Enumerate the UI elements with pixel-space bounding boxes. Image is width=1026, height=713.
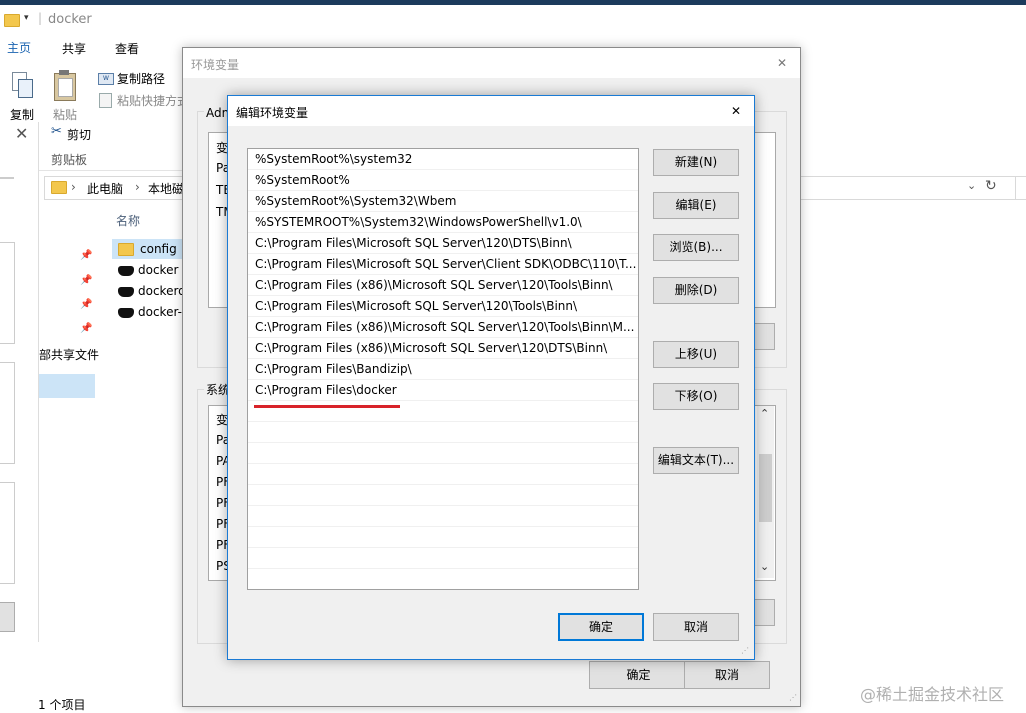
watermark-text: @稀土掘金技术社区 [860,685,1005,704]
path-entry-empty[interactable] [248,443,638,464]
ok-button[interactable]: 确定 [558,613,644,641]
pin-icon: 📌 [80,250,93,261]
copy-button[interactable]: 复制 [10,106,34,123]
file-item-config[interactable]: config [112,239,192,259]
path-entry-empty[interactable] [248,485,638,506]
paste-button[interactable]: 粘贴 [53,106,77,123]
quick-access-dropdown-icon[interactable]: ▾ [24,13,29,23]
docker-icon [118,307,134,318]
path-entry[interactable]: C:\Program Files (x86)\Microsoft SQL Ser… [248,317,638,338]
env-dialog-titlebar: 环境变量 ✕ [183,48,800,78]
edit-dialog-title: 编辑环境变量 [236,106,309,120]
pin-icon: 📌 [80,323,93,334]
resize-grip-icon[interactable]: ⋰ [741,647,751,657]
edit-text-button[interactable]: 编辑文本(T)... [653,447,739,474]
window-title: docker [48,12,92,27]
chevron-down-icon[interactable]: ⌄ [760,560,769,573]
cut-button[interactable]: 剪切 [67,126,91,143]
breadcrumb-this-pc[interactable]: 此电脑 [87,180,123,197]
paste-shortcut-icon[interactable] [99,93,112,108]
path-entry[interactable]: C:\Program Files\Microsoft SQL Server\12… [248,233,638,254]
chevron-up-icon[interactable]: ⌃ [760,407,769,420]
copy-path-button[interactable]: 复制路径 [117,70,165,87]
paste-icon[interactable] [54,70,76,101]
resize-grip-icon[interactable]: ⋰ [789,694,799,704]
system-vars-scrollbar[interactable]: ⌃ ⌄ [757,406,774,578]
tab-share[interactable]: 共享 [62,40,86,57]
file-item-dockerd[interactable]: dockerd [112,281,192,301]
delete-button[interactable]: 删除(D) [653,277,739,304]
refresh-icon[interactable]: ↻ [985,178,997,194]
tab-view[interactable]: 查看 [115,40,139,57]
title-separator: | [38,11,43,25]
edit-env-variable-dialog: 编辑环境变量 ✕ %SystemRoot%\system32 %SystemRo… [227,95,755,660]
path-entry-docker[interactable]: C:\Program Files\docker [248,380,638,401]
pin-icon: 📌 [80,275,93,286]
path-entry[interactable]: %SystemRoot%\system32 [248,149,638,170]
path-entry-empty[interactable] [248,548,638,569]
pin-icon: 📌 [80,299,93,310]
move-down-button[interactable]: 下移(O) [653,383,739,410]
paste-shortcut-button[interactable]: 粘贴快捷方式 [117,92,189,109]
file-item-docker[interactable]: docker [112,260,192,280]
path-entry-empty[interactable] [248,506,638,527]
env-dialog-title: 环境变量 [191,58,240,72]
docker-icon [118,265,134,276]
path-entries-list[interactable]: %SystemRoot%\system32 %SystemRoot% %Syst… [247,148,639,590]
path-entry[interactable]: C:\Program Files\Microsoft SQL Server\Cl… [248,254,638,275]
column-header-name[interactable]: 名称 [116,212,140,229]
clipboard-group-label: 剪贴板 [51,153,88,167]
breadcrumb-local-disk[interactable]: 本地磁 [148,180,184,197]
new-button[interactable]: 新建(N) [653,149,739,176]
chevron-right-icon: › [71,180,76,194]
close-icon[interactable]: ✕ [15,124,28,143]
path-entry[interactable]: C:\Program Files (x86)\Microsoft SQL Ser… [248,338,638,359]
nav-selected-item[interactable] [39,374,95,398]
move-up-button[interactable]: 上移(U) [653,341,739,368]
env-cancel-button[interactable]: 取消 [684,661,770,689]
path-entry-empty[interactable] [248,464,638,485]
file-item-docker-proxy[interactable]: docker- [112,302,192,322]
path-entry[interactable]: %SystemRoot%\System32\Wbem [248,191,638,212]
status-item-count: 1 个项目 [38,698,86,712]
path-entry[interactable]: %SYSTEMROOT%\System32\WindowsPowerShell\… [248,212,638,233]
scissors-icon[interactable]: ✂ [51,124,62,139]
red-underline-annotation [254,405,400,408]
path-entry[interactable]: C:\Program Files\Bandizip\ [248,359,638,380]
folder-icon [51,181,67,194]
docker-icon [118,286,134,297]
cancel-button[interactable]: 取消 [653,613,739,641]
path-entry[interactable]: C:\Program Files\Microsoft SQL Server\12… [248,296,638,317]
nav-shared-folders[interactable]: 部共享文件 [39,346,99,363]
path-entry-empty[interactable] [248,527,638,548]
tab-home[interactable]: 主页 [0,36,38,62]
copy-path-icon[interactable]: W [98,73,114,85]
env-ok-button[interactable]: 确定 [589,661,688,689]
copy-icon[interactable] [12,72,33,98]
path-entry[interactable]: C:\Program Files (x86)\Microsoft SQL Ser… [248,275,638,296]
path-entry-empty[interactable] [248,422,638,443]
edit-dialog-titlebar: 编辑环境变量 ✕ [228,96,754,126]
close-icon[interactable]: ✕ [777,54,787,72]
background-window-edge: ✕ [0,122,39,642]
path-entry[interactable]: %SystemRoot% [248,170,638,191]
edit-button[interactable]: 编辑(E) [653,192,739,219]
chevron-right-icon: › [135,180,140,194]
browse-button[interactable]: 浏览(B)... [653,234,739,261]
folder-icon [4,14,20,27]
explorer-titlebar: ▾ | docker [0,5,1026,35]
path-entry-empty[interactable] [248,569,638,589]
scrollbar-thumb[interactable] [759,454,772,522]
chevron-down-icon[interactable]: ⌄ [967,179,976,192]
close-icon[interactable]: ✕ [731,102,741,120]
search-box-edge[interactable] [1015,176,1026,200]
folder-icon [118,243,134,256]
